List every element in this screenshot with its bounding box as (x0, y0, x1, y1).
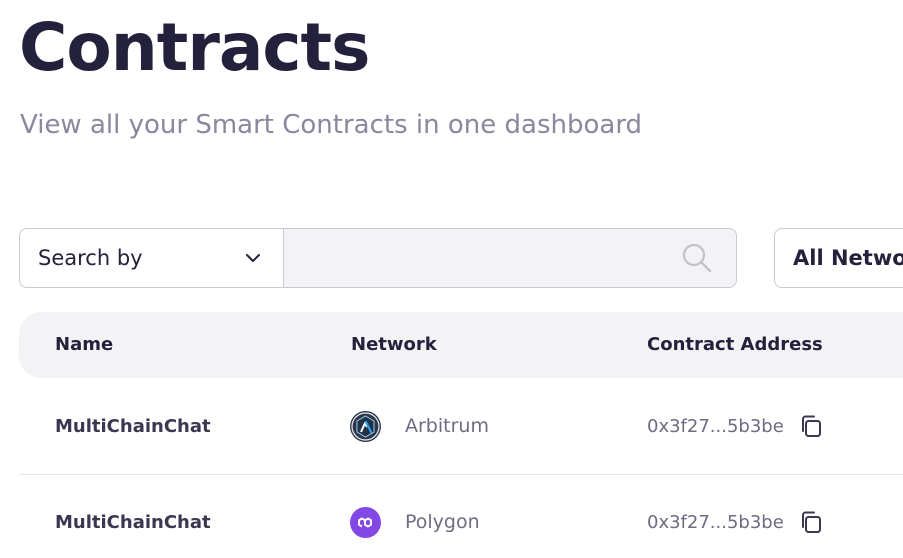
copy-icon[interactable] (798, 509, 824, 535)
network-label: Arbitrum (405, 415, 489, 437)
network-cell: Arbitrum (350, 378, 489, 474)
contracts-page: Contracts View all your Smart Contracts … (0, 0, 903, 558)
column-header-contract-address[interactable]: Contract Address (647, 312, 823, 378)
address-cell: 0x3f27...5b3be (647, 378, 824, 474)
search-input[interactable] (284, 229, 680, 287)
search-icon[interactable] (680, 241, 714, 275)
search-field (284, 229, 736, 287)
network-label: Polygon (405, 511, 480, 533)
contract-name[interactable]: MultiChainChat (55, 378, 211, 474)
arbitrum-icon (350, 410, 381, 442)
copy-icon[interactable] (798, 413, 824, 439)
table-row[interactable]: MultiChainChat Polygon 0x3f27...5b3be (19, 474, 903, 558)
polygon-icon (350, 506, 381, 538)
search-by-dropdown[interactable]: Search by (20, 229, 284, 287)
contract-address: 0x3f27...5b3be (647, 511, 784, 533)
contract-name[interactable]: MultiChainChat (55, 474, 211, 558)
contract-address: 0x3f27...5b3be (647, 415, 784, 437)
table-header: Name Network Contract Address (19, 312, 903, 378)
page-subtitle: View all your Smart Contracts in one das… (20, 110, 643, 140)
column-header-network[interactable]: Network (351, 312, 437, 378)
chevron-down-icon (243, 248, 263, 268)
column-header-name[interactable]: Name (55, 312, 113, 378)
address-cell: 0x3f27...5b3be (647, 474, 824, 558)
table-row[interactable]: MultiChainChat Arbitrum 0x3f27...5b3be (19, 378, 903, 474)
search-by-label: Search by (38, 246, 143, 270)
page-title: Contracts (19, 9, 370, 86)
network-filter-label: All Netwo (793, 246, 903, 270)
network-filter-dropdown[interactable]: All Netwo (774, 228, 903, 288)
network-cell: Polygon (350, 474, 480, 558)
search-bar: Search by (19, 228, 737, 288)
